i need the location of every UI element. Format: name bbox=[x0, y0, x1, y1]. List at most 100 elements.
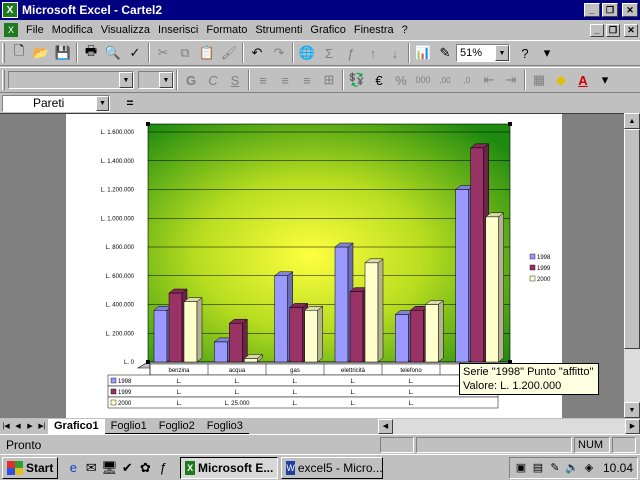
tab-grafico1[interactable]: Grafico1 bbox=[48, 418, 105, 434]
new-icon[interactable]: 🗋 bbox=[8, 42, 30, 64]
help-button[interactable]: ? bbox=[514, 42, 536, 64]
more-buttons-icon[interactable]: ▾ bbox=[536, 42, 558, 64]
chevron-down-icon[interactable]: ▼ bbox=[159, 72, 173, 88]
format-painter-icon[interactable]: 🖌 bbox=[218, 42, 240, 64]
menu-inserisci[interactable]: Inserisci bbox=[154, 24, 202, 36]
prev-sheet-icon[interactable]: ◀ bbox=[12, 419, 24, 433]
scroll-down-icon[interactable]: ▼ bbox=[624, 402, 640, 418]
first-sheet-icon[interactable]: |◀ bbox=[0, 419, 12, 433]
taskbar-excel-button[interactable]: X Microsoft E... bbox=[180, 456, 279, 479]
spelling-icon[interactable]: ✓ bbox=[124, 42, 146, 64]
title-bar: X Microsoft Excel - Cartel2 _ ❐ ✕ bbox=[0, 0, 640, 20]
speaker-icon[interactable]: 🔈 bbox=[565, 461, 579, 475]
sort-desc-icon[interactable]: ↓ bbox=[384, 42, 406, 64]
fill-color-icon[interactable]: ◆ bbox=[550, 69, 572, 91]
decrease-indent-icon[interactable]: ⇤ bbox=[478, 69, 500, 91]
tray-app-icon[interactable]: ▤ bbox=[531, 461, 545, 475]
tab-foglio2[interactable]: Foglio2 bbox=[152, 419, 201, 434]
merge-center-icon[interactable]: ⊞ bbox=[318, 69, 340, 91]
borders-icon[interactable]: ▦ bbox=[528, 69, 550, 91]
data-table-cell: L. bbox=[408, 401, 413, 407]
formula-input[interactable] bbox=[150, 94, 640, 112]
increase-decimal-icon[interactable]: ,00 bbox=[434, 69, 456, 91]
underline-icon[interactable]: S bbox=[224, 69, 246, 91]
outlook-express-icon[interactable]: ✉ bbox=[82, 459, 100, 477]
menu-file[interactable]: File bbox=[22, 24, 48, 36]
paste-icon[interactable]: 📋 bbox=[196, 42, 218, 64]
tray-app-icon[interactable]: ✎ bbox=[548, 461, 562, 475]
zoom-select[interactable]: 51% ▼ bbox=[456, 44, 510, 62]
increase-indent-icon[interactable]: ⇥ bbox=[500, 69, 522, 91]
menu-help[interactable]: ? bbox=[398, 24, 412, 36]
bold-icon[interactable]: G bbox=[180, 69, 202, 91]
tab-foglio3[interactable]: Foglio3 bbox=[200, 419, 249, 434]
save-icon[interactable]: 💾 bbox=[52, 42, 74, 64]
excel-app-icon[interactable]: X bbox=[2, 2, 18, 18]
chevron-down-icon[interactable]: ▼ bbox=[96, 95, 109, 111]
undo-icon[interactable]: ↶ bbox=[246, 42, 268, 64]
sort-asc-icon[interactable]: ↑ bbox=[362, 42, 384, 64]
open-icon[interactable]: 📂 bbox=[30, 42, 52, 64]
chart-wizard-icon[interactable]: 📊 bbox=[412, 42, 434, 64]
thousands-icon[interactable]: 000 bbox=[412, 69, 434, 91]
quicklaunch-icon[interactable]: ✿ bbox=[136, 459, 154, 477]
scroll-left-icon[interactable]: ◀ bbox=[378, 418, 393, 434]
channels-icon[interactable]: ✔ bbox=[118, 459, 136, 477]
tray-app-icon[interactable]: ▣ bbox=[514, 461, 528, 475]
doc-close-button[interactable]: ✕ bbox=[624, 23, 638, 37]
desktop-icon[interactable]: 🖥 bbox=[100, 459, 118, 477]
align-right-icon[interactable]: ≡ bbox=[296, 69, 318, 91]
print-preview-icon[interactable]: 🔍 bbox=[102, 42, 124, 64]
copy-icon[interactable]: ⧉ bbox=[174, 42, 196, 64]
chevron-down-icon[interactable]: ▼ bbox=[495, 45, 509, 61]
vertical-scrollbar[interactable]: ▲ ▼ bbox=[624, 113, 640, 418]
doc-restore-button[interactable]: ❐ bbox=[606, 23, 620, 37]
taskbar-word-button[interactable]: W excel5 - Micro... bbox=[281, 456, 384, 479]
close-button[interactable]: ✕ bbox=[622, 3, 638, 17]
align-left-icon[interactable]: ≡ bbox=[252, 69, 274, 91]
decrease-decimal-icon[interactable]: ,0 bbox=[456, 69, 478, 91]
scroll-right-icon[interactable]: ▶ bbox=[625, 418, 640, 434]
selection-handle bbox=[146, 122, 150, 126]
last-sheet-icon[interactable]: ▶| bbox=[36, 419, 48, 433]
start-button[interactable]: Start bbox=[2, 456, 59, 479]
font-size-select[interactable]: ▼ bbox=[138, 71, 174, 89]
align-center-icon[interactable]: ≡ bbox=[274, 69, 296, 91]
tab-foglio1[interactable]: Foglio1 bbox=[104, 419, 153, 434]
scroll-up-icon[interactable]: ▲ bbox=[624, 113, 640, 129]
cut-icon[interactable]: ✂ bbox=[152, 42, 174, 64]
menu-formato[interactable]: Formato bbox=[202, 24, 251, 36]
bar bbox=[349, 291, 364, 363]
menu-visualizza[interactable]: Visualizza bbox=[97, 24, 154, 36]
tray-app-icon[interactable]: ◈ bbox=[582, 461, 596, 475]
horizontal-scrollbar[interactable]: ◀ ▶ bbox=[378, 418, 640, 434]
menu-grafico[interactable]: Grafico bbox=[306, 24, 349, 36]
menu-modifica[interactable]: Modifica bbox=[48, 24, 97, 36]
quicklaunch-icon[interactable]: ƒ bbox=[154, 459, 172, 477]
internet-explorer-icon[interactable]: e bbox=[64, 459, 82, 477]
name-box[interactable]: Pareti ▼ bbox=[2, 94, 110, 112]
more-buttons-icon[interactable]: ▾ bbox=[594, 69, 616, 91]
document-icon[interactable]: X bbox=[4, 23, 18, 37]
minimize-button[interactable]: _ bbox=[584, 3, 600, 17]
font-color-icon[interactable]: A bbox=[572, 69, 594, 91]
function-icon[interactable]: ƒ bbox=[340, 42, 362, 64]
font-name-select[interactable]: ▼ bbox=[8, 71, 134, 89]
autosum-icon[interactable]: Σ bbox=[318, 42, 340, 64]
euro-icon[interactable]: € bbox=[368, 69, 390, 91]
currency-icon[interactable]: 💱 bbox=[346, 69, 368, 91]
vertical-scroll-thumb[interactable] bbox=[624, 129, 640, 349]
hyperlink-icon[interactable]: 🌐 bbox=[296, 42, 318, 64]
italic-icon[interactable]: C bbox=[202, 69, 224, 91]
menu-finestra[interactable]: Finestra bbox=[350, 24, 398, 36]
chevron-down-icon[interactable]: ▼ bbox=[119, 72, 133, 88]
menu-strumenti[interactable]: Strumenti bbox=[251, 24, 306, 36]
restore-button[interactable]: ❐ bbox=[602, 3, 618, 17]
doc-minimize-button[interactable]: _ bbox=[590, 23, 604, 37]
print-icon[interactable]: 🖶 bbox=[80, 42, 102, 64]
next-sheet-icon[interactable]: ▶ bbox=[24, 419, 36, 433]
drawing-icon[interactable]: ✎ bbox=[434, 42, 456, 64]
percent-icon[interactable]: % bbox=[390, 69, 412, 91]
data-table-series-label: 1999 bbox=[118, 390, 132, 396]
redo-icon[interactable]: ↷ bbox=[268, 42, 290, 64]
